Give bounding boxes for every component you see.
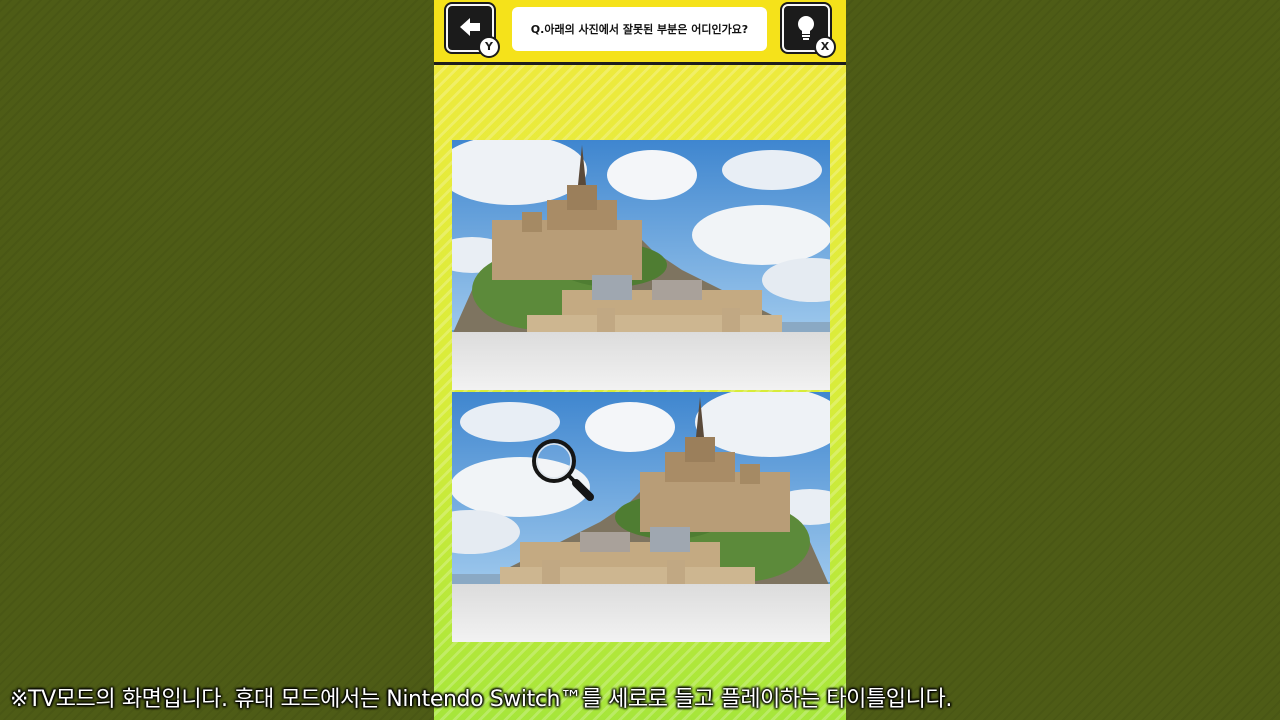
header-bar: Y Q.아래의 사진에서 잘못된 부분은 어디인가요? X (434, 0, 846, 65)
mont-saint-michel-mirrored-image (452, 392, 830, 642)
original-photo[interactable] (452, 140, 830, 390)
hint-button[interactable]: X (782, 4, 836, 58)
y-key-badge: Y (478, 36, 500, 58)
back-button[interactable]: Y (446, 4, 500, 58)
x-key-badge: X (814, 36, 836, 58)
magnifier-icon[interactable] (530, 437, 600, 507)
question-text: Q.아래의 사진에서 잘못된 부분은 어디인가요? (512, 7, 767, 51)
game-screen: Y Q.아래의 사진에서 잘못된 부분은 어디인가요? X (434, 0, 846, 720)
mont-saint-michel-image (452, 140, 830, 390)
flipped-photo[interactable] (452, 392, 830, 642)
tv-mode-caption: ※TV모드의 화면입니다. 휴대 모드에서는 Nintendo Switch™를… (10, 687, 952, 712)
arrow-left-icon (460, 18, 480, 36)
lightbulb-icon (798, 16, 814, 40)
